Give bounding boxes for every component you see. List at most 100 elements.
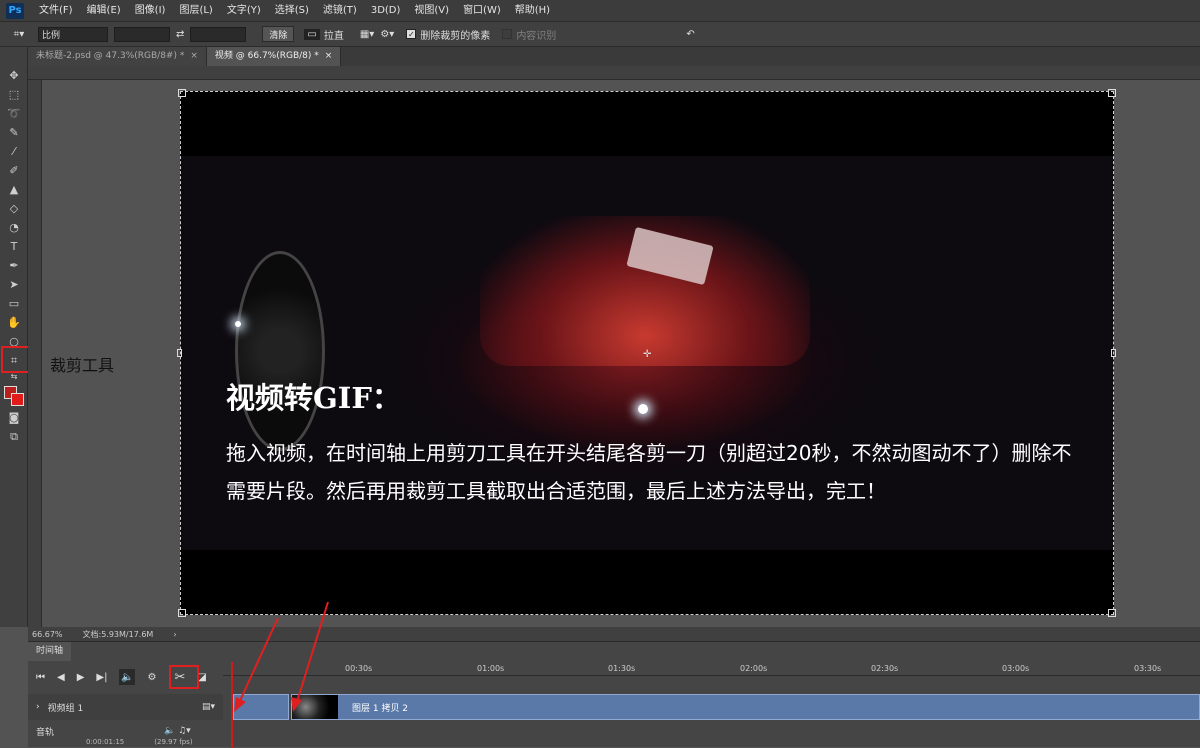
reset-icon[interactable]: ↶ [686, 29, 694, 40]
menu-view[interactable]: 视图(V) [407, 0, 456, 21]
menu-window[interactable]: 窗口(W) [456, 0, 508, 21]
menu-type[interactable]: 文字(Y) [220, 0, 268, 21]
tab-label: 未标题-2.psd @ 47.3%(RGB/8#) * [36, 51, 185, 61]
light-spot [235, 321, 241, 327]
settings-icon[interactable]: ⚙ [147, 672, 156, 683]
audio-track-label: 音轨 [36, 727, 55, 738]
move-tool-icon[interactable]: ✥ [0, 66, 28, 85]
crop-handle-left[interactable] [177, 349, 182, 357]
video-group-label: 视频组 1 [47, 703, 84, 714]
tab-video[interactable]: 视频 @ 66.7%(RGB/8) * × [206, 47, 342, 66]
scissors-highlight [169, 665, 199, 689]
tick-label: 01:30s [608, 664, 636, 673]
horizontal-ruler [28, 66, 1200, 80]
hand-tool-icon[interactable]: ✋ [0, 313, 28, 332]
marquee-tool-icon[interactable]: ⬚ [0, 85, 28, 104]
chevron-right-icon[interactable]: › [36, 702, 40, 712]
tick-label: 02:30s [871, 664, 899, 673]
menu-filter[interactable]: 滤镜(T) [316, 0, 364, 21]
timeline-panel: 时间轴 ⏮ ◀ ▶ ▶| 🔈 ⚙ ✂ ◪ 00:30s 01:00s 01:30… [28, 641, 1200, 748]
swap-icon[interactable]: ⇄ [176, 29, 184, 40]
menu-layer[interactable]: 图层(L) [172, 0, 219, 21]
document-tabs: 未标题-2.psd @ 47.3%(RGB/8#) * × 视频 @ 66.7%(… [28, 47, 1200, 66]
lasso-tool-icon[interactable]: ➰ [0, 104, 28, 123]
menu-select[interactable]: 选择(S) [268, 0, 316, 21]
path-select-icon[interactable]: ➤ [0, 275, 28, 294]
height-input[interactable] [190, 26, 247, 42]
menu-file[interactable]: 文件(F) [32, 0, 80, 21]
zoom-level[interactable]: 66.67% [32, 630, 63, 639]
grid-overlay-icon[interactable]: ▦▾ [360, 29, 374, 40]
video-clip[interactable] [233, 694, 289, 720]
screen-mode-icon[interactable]: ⧉ [0, 427, 28, 446]
light-spot [638, 404, 648, 414]
type-tool-icon[interactable]: T [0, 237, 28, 256]
app-logo: Ps [6, 2, 24, 19]
close-icon[interactable]: × [190, 47, 198, 66]
playhead[interactable] [231, 662, 233, 748]
status-bar: 66.67% 文档:5.93M/17.6M › [28, 627, 1200, 641]
clip-label: 图层 1 拷贝 2 [352, 703, 409, 714]
video-clip[interactable]: 图层 1 拷贝 2 [291, 694, 1200, 720]
pen-tool-icon[interactable]: ✒ [0, 256, 28, 275]
tab-untitled[interactable]: 未标题-2.psd @ 47.3%(RGB/8#) * × [28, 47, 207, 66]
eraser-tool-icon[interactable]: ◇ [0, 199, 28, 218]
crop-handle-right[interactable] [1111, 349, 1116, 357]
content-aware-label: 内容识别 [516, 30, 557, 42]
prev-frame-icon[interactable]: ◀ [57, 672, 65, 683]
car-wheel [235, 251, 325, 451]
quick-select-icon[interactable]: ✎ [0, 123, 28, 142]
play-icon[interactable]: ▶ [77, 672, 85, 683]
crop-handle-bottom-right[interactable] [1108, 609, 1116, 617]
ratio-select[interactable]: 比例 [38, 26, 108, 42]
audio-track[interactable]: 音轨 🔈 ♫▾ [28, 724, 223, 738]
next-frame-icon[interactable]: ▶| [96, 672, 107, 683]
tick-label: 02:00s [740, 664, 768, 673]
tab-timeline[interactable]: 时间轴 [28, 642, 72, 661]
delete-cropped-label: 删除裁剪的像素 [420, 30, 491, 42]
crop-handle-top-left[interactable] [178, 89, 186, 97]
first-frame-icon[interactable]: ⏮ [36, 672, 45, 683]
crop-handle-bottom-left[interactable] [178, 609, 186, 617]
content-aware-checkbox[interactable] [502, 29, 513, 39]
clear-button[interactable]: 清除 [262, 26, 295, 42]
clip-thumbnail [292, 695, 338, 719]
menu-bar: Ps 文件(F) 编辑(E) 图像(I) 图层(L) 文字(Y) 选择(S) 滤… [0, 0, 1200, 21]
background-color-swatch[interactable] [11, 393, 24, 406]
rectangle-tool-icon[interactable]: ▭ [0, 294, 28, 313]
tick-label: 03:00s [1002, 664, 1030, 673]
tick-label: 00:30s [345, 664, 373, 673]
width-input[interactable] [114, 26, 170, 42]
vertical-ruler [28, 80, 42, 627]
options-bar: ⌗▾ 比例 ⇄ 清除 ▭ 拉直 ▦▾ ⚙▾ ✓ 删除裁剪的像素 内容识别 ↶ [0, 21, 1200, 47]
overlay-body: 拖入视频，在时间轴上用剪刀工具在开头结尾各剪一刀（别超过20秒，不然动图动不了）… [226, 441, 1072, 503]
menu-help[interactable]: 帮助(H) [508, 0, 557, 21]
crop-tool-annotation: 裁剪工具 [50, 356, 115, 375]
close-icon[interactable]: × [325, 47, 333, 66]
gear-icon[interactable]: ⚙▾ [380, 29, 394, 40]
delete-cropped-checkbox[interactable]: ✓ [406, 29, 417, 39]
crosshair-icon: ✛ [643, 349, 652, 360]
chevron-right-icon[interactable]: › [173, 630, 176, 639]
quick-mask-icon[interactable]: ◙ [0, 408, 28, 427]
tools-panel: ✥ ⬚ ➰ ✎ ⁄ ✐ ▲ ◇ ◔ T ✒ ➤ ▭ ✋ ○ ⌗ ⇆ ◙ ⧉ [0, 47, 28, 627]
crop-preset-icon[interactable]: ⌗▾ [6, 29, 32, 40]
brush-tool-icon[interactable]: ✐ [0, 161, 28, 180]
film-icon[interactable]: ▤▾ [202, 702, 215, 712]
paint-bucket-icon[interactable]: ◔ [0, 218, 28, 237]
timeline-ruler: 00:30s 01:00s 01:30s 02:00s 02:30s 03:00… [223, 662, 1200, 676]
menu-3d[interactable]: 3D(D) [364, 0, 408, 21]
eyedropper-icon[interactable]: ⁄ [0, 142, 28, 161]
straighten-icon[interactable]: ▭ [304, 28, 320, 40]
music-note-icon[interactable]: 🔈 ♫▾ [164, 726, 191, 736]
straighten-label: 拉直 [323, 30, 344, 42]
crop-handle-top-right[interactable] [1108, 89, 1116, 97]
audio-icon[interactable]: 🔈 [119, 669, 136, 685]
menu-image[interactable]: 图像(I) [128, 0, 173, 21]
stamp-tool-icon[interactable]: ▲ [0, 180, 28, 199]
tab-label: 视频 @ 66.7%(RGB/8) * [214, 51, 319, 61]
overlay-title: 视频转GIF： [226, 381, 401, 415]
menu-edit[interactable]: 编辑(E) [80, 0, 128, 21]
video-group-track[interactable]: › 视频组 1 ▤▾ [28, 694, 223, 720]
tick-label: 03:30s [1134, 664, 1162, 673]
